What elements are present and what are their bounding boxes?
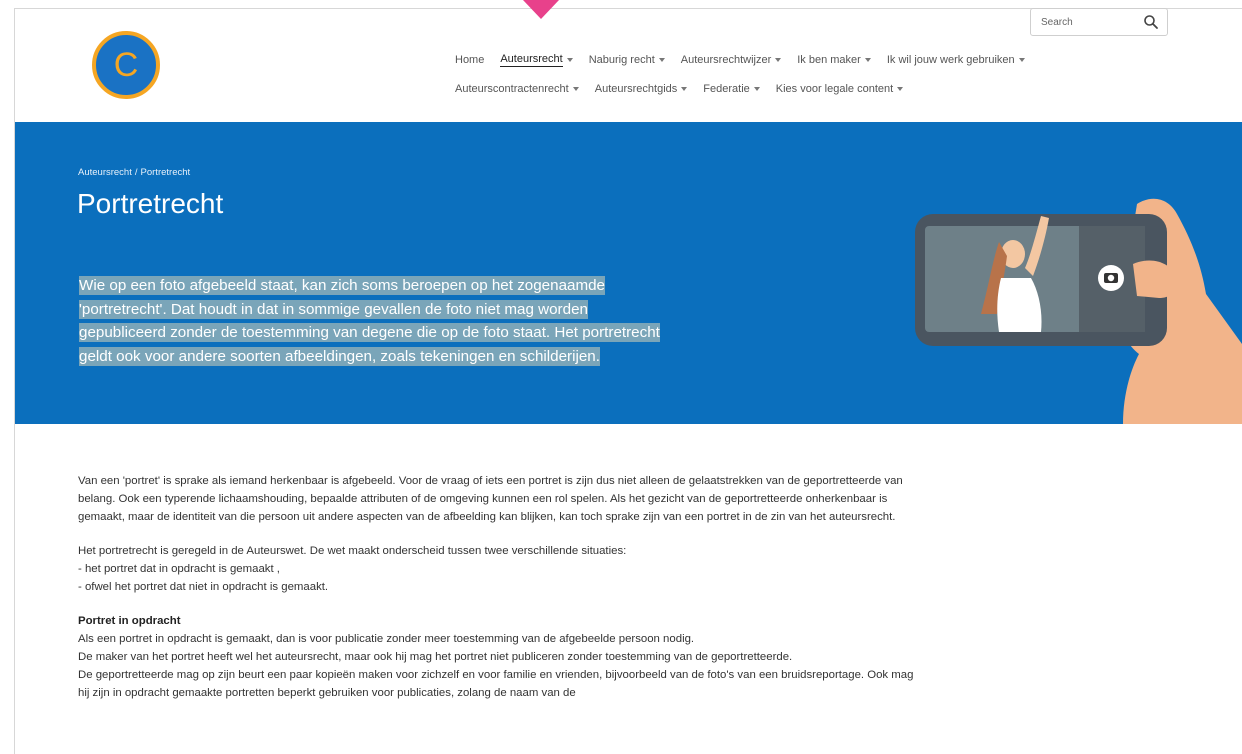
paragraph-definition: Van een 'portret' is sprake als iemand h…: [78, 475, 903, 523]
hero-lead-text: Wie op een foto afgebeeld staat, kan zic…: [79, 274, 799, 368]
nav-item-label: Auteursrecht: [500, 53, 563, 67]
nav-item-label: Ik ben maker: [797, 54, 861, 66]
nav-item-naburig-recht[interactable]: Naburig recht: [589, 54, 665, 66]
main-nav-row-2: Auteurscontractenrecht Auteursrechtgids Fe…: [455, 83, 919, 95]
caret-down-icon: [658, 58, 665, 62]
breadcrumb-separator: /: [134, 167, 138, 178]
nav-item-label: Auteurscontractenrecht: [455, 83, 569, 95]
breadcrumb: Auteursrecht / Portretrecht: [78, 167, 190, 178]
nav-item-label: Auteursrechtwijzer: [680, 54, 772, 66]
caret-down-icon: [572, 87, 579, 91]
nav-item-ik-ben-maker[interactable]: Ik ben maker: [797, 54, 871, 66]
nav-item-label: Kies voor legale content: [775, 83, 894, 95]
nav-item-label: Home: [455, 54, 485, 66]
woman-top: [997, 278, 1042, 332]
breadcrumb-current: Portretrecht: [140, 167, 191, 178]
section-heading-portret-in-opdracht: Portret in opdracht: [78, 615, 181, 627]
paragraph-situations-intro: Het portretrecht is geregeld in de Auteu…: [78, 545, 627, 557]
list-item-opdracht: - het portret dat in opdracht is gemaakt…: [78, 563, 280, 575]
nav-item-auteursrecht[interactable]: Auteursrecht: [500, 53, 573, 67]
caret-down-icon: [775, 58, 782, 62]
paragraph-opdracht-3: De geportretteerde mag op zijn beurt een…: [78, 669, 914, 699]
page-title: Portretrecht: [77, 188, 224, 219]
logo-letter: C: [114, 46, 139, 84]
nav-item-kies-voor-legale-content[interactable]: Kies voor legale content: [775, 83, 904, 95]
main-nav-row-1: Home Auteursrecht Naburig recht Auteursrech…: [455, 53, 1041, 67]
nav-item-home[interactable]: Home: [455, 54, 484, 66]
search-input[interactable]: [1031, 9, 1139, 35]
hand-holding-phone-illustration: [915, 198, 1242, 424]
list-item-niet-opdracht: - ofwel het portret dat niet in opdracht…: [78, 581, 329, 593]
nav-item-auteurscontractenrecht[interactable]: Auteurscontractenrecht: [455, 83, 579, 95]
caret-down-icon: [897, 87, 904, 91]
breadcrumb-parent-link[interactable]: Auteursrecht: [78, 167, 132, 178]
lead-line-4: geldt ook voor andere soorten afbeelding…: [79, 346, 600, 366]
lead-line-1: Wie op een foto afgebeeld staat, kan zic…: [79, 276, 606, 295]
paragraph-opdracht-2: De maker van het portret heeft wel het a…: [78, 651, 793, 663]
lead-line-2: 'portretrecht'. Dat houdt in dat in somm…: [79, 299, 588, 319]
caret-down-icon: [864, 58, 871, 62]
nav-item-label: Auteursrechtgids: [594, 83, 678, 95]
nav-item-auteursrechtgids[interactable]: Auteursrechtgids: [595, 83, 688, 95]
nav-item-label: Naburig recht: [588, 54, 655, 66]
caret-down-icon: [1018, 58, 1025, 62]
search-box[interactable]: [1030, 8, 1168, 36]
caret-down-icon: [753, 87, 760, 91]
pointer-arrow-icon: [523, 0, 559, 19]
caret-down-icon: [566, 58, 573, 62]
nav-item-federatie[interactable]: Federatie: [703, 83, 760, 95]
nav-item-auteursrechtwijzer[interactable]: Auteursrechtwijzer: [680, 54, 782, 66]
nav-item-ik-wil-jouw-werk-gebruiken[interactable]: Ik wil jouw werk gebruiken: [887, 54, 1025, 66]
search-icon[interactable]: [1143, 14, 1159, 30]
site-logo[interactable]: C: [92, 31, 160, 99]
hero-banner: Auteursrecht / Portretrecht Portretrecht W…: [15, 122, 1242, 424]
nav-item-label: Ik wil jouw werk gebruiken: [886, 54, 1015, 66]
caret-down-icon: [681, 87, 688, 91]
paragraph-opdracht-1: Als een portret in opdracht is gemaakt, …: [78, 633, 695, 645]
lead-line-3: gepubliceerd zonder de toestemming van d…: [79, 323, 660, 343]
nav-item-label: Federatie: [703, 83, 750, 95]
article-body: Van een 'portret' is sprake als iemand h…: [78, 472, 918, 702]
